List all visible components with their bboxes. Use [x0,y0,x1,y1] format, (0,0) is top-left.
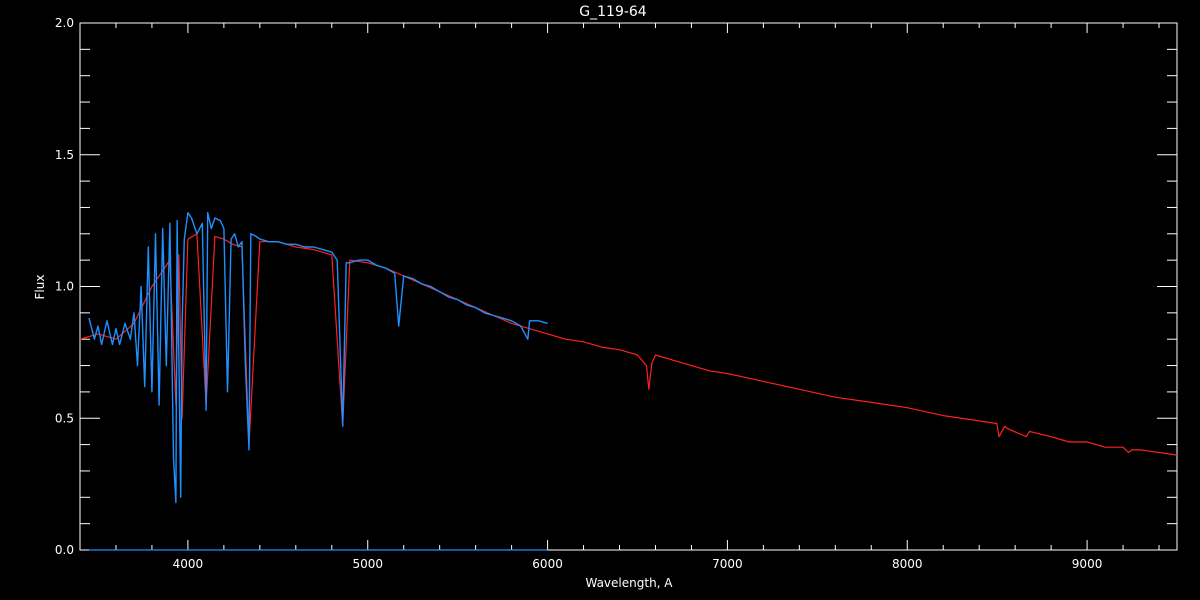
y-tick-label: 1.0 [55,280,74,294]
y-tick-label: 0.0 [55,543,74,557]
series-line-2 [88,211,548,504]
x-tick-label: 9000 [1072,557,1103,571]
x-tick-label: 8000 [892,557,923,571]
axis-ticks [79,22,1177,551]
x-axis-label: Wavelength, A [585,576,673,590]
x-tick-label: 6000 [532,557,563,571]
y-tick-label: 0.5 [55,411,74,425]
x-tick-label: 5000 [352,557,383,571]
y-axis-label: Flux [33,275,47,300]
y-tick-label: 2.0 [55,16,74,30]
plot-border [79,22,1178,551]
spectrum-chart: G_119-64 4000 5000 6000 7000 8000 9000 0.0 0.5 1… [33,4,1178,590]
plot-frame [79,22,1178,551]
series-layer [79,211,1178,551]
y-tick-label: 1.5 [55,148,74,162]
x-tick-label: 4000 [173,557,204,571]
chart-title: G_119-64 [579,4,647,20]
x-tick-label: 7000 [712,557,743,571]
